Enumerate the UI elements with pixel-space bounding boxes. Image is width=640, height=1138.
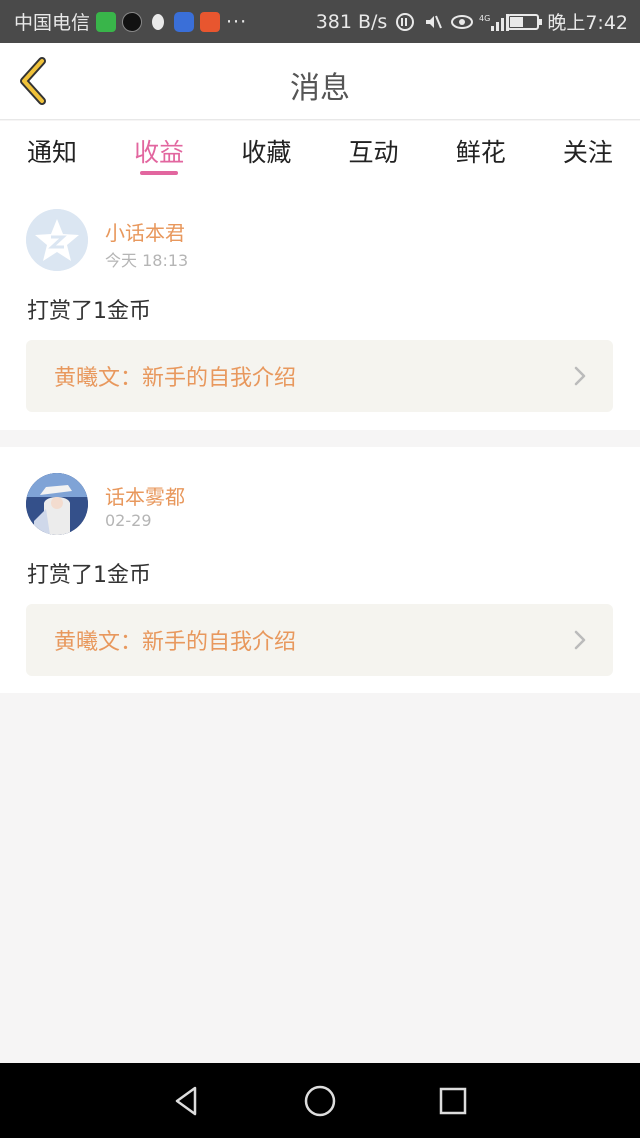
signal-icon: 4G bbox=[479, 12, 510, 32]
message-card: 话本雾都 02-29 打赏了1金币 黄曦文：新手的自我介绍 bbox=[0, 447, 640, 693]
tab-interactions[interactable]: 互动 bbox=[347, 121, 401, 183]
article-link-label: 黄曦文：新手的自我介绍 bbox=[54, 630, 297, 655]
page-title: 消息 bbox=[290, 71, 350, 106]
chevron-right-icon bbox=[574, 366, 586, 386]
eye-icon bbox=[451, 12, 474, 32]
timestamp: 02-29 bbox=[105, 511, 152, 530]
svg-text:4G: 4G bbox=[479, 14, 490, 23]
mute-icon bbox=[423, 12, 443, 32]
avatar[interactable] bbox=[26, 473, 88, 535]
tab-following[interactable]: 关注 bbox=[561, 121, 615, 183]
article-link[interactable]: 黄曦文：新手的自我介绍 bbox=[26, 604, 613, 676]
article-link-label: 黄曦文：新手的自我介绍 bbox=[54, 366, 297, 391]
data-saver-icon bbox=[395, 12, 415, 32]
tab-earnings[interactable]: 收益 bbox=[132, 121, 186, 183]
video-app-icon bbox=[200, 11, 221, 32]
nav-recents-icon[interactable] bbox=[435, 1083, 471, 1119]
iqiyi-app-icon bbox=[96, 11, 117, 32]
anime-character-avatar-icon bbox=[26, 473, 88, 535]
status-bar: 中国电信 ··· 381 B/s 4G 晚上7:42 bbox=[0, 0, 640, 43]
username[interactable]: 小话本君 bbox=[105, 217, 185, 246]
carrier-label: 中国电信 bbox=[14, 12, 91, 34]
tab-bar: 通知 收益 收藏 互动 鲜花 关注 bbox=[0, 121, 640, 183]
article-link[interactable]: 黄曦文：新手的自我介绍 bbox=[26, 340, 613, 412]
nav-back-icon[interactable] bbox=[169, 1083, 205, 1119]
star-avatar-icon bbox=[26, 209, 88, 271]
message-text: 打赏了1金币 bbox=[27, 563, 151, 588]
avatar[interactable] bbox=[26, 209, 88, 271]
system-navigation-bar bbox=[0, 1063, 640, 1138]
baidu-app-icon bbox=[174, 11, 195, 32]
tab-flowers[interactable]: 鲜花 bbox=[454, 121, 508, 183]
tab-notifications[interactable]: 通知 bbox=[25, 121, 79, 183]
chevron-right-icon bbox=[574, 630, 586, 650]
tab-favorites[interactable]: 收藏 bbox=[239, 121, 293, 183]
message-text: 打赏了1金币 bbox=[27, 299, 151, 324]
message-card: 小话本君 今天 18:13 打赏了1金币 黄曦文：新手的自我介绍 bbox=[0, 183, 640, 430]
username[interactable]: 话本雾都 bbox=[105, 481, 185, 510]
app-header: 消息 bbox=[0, 43, 640, 120]
nav-home-icon[interactable] bbox=[302, 1083, 338, 1119]
tiktok-app-icon bbox=[122, 11, 143, 32]
clock: 晚上7:42 bbox=[547, 12, 628, 34]
more-notifications-dots: ··· bbox=[226, 10, 248, 33]
timestamp: 今天 18:13 bbox=[105, 251, 189, 270]
network-speed: 381 B/s bbox=[315, 10, 388, 33]
qq-app-icon bbox=[148, 12, 168, 32]
battery-icon bbox=[507, 13, 543, 30]
battery-level bbox=[510, 16, 524, 27]
